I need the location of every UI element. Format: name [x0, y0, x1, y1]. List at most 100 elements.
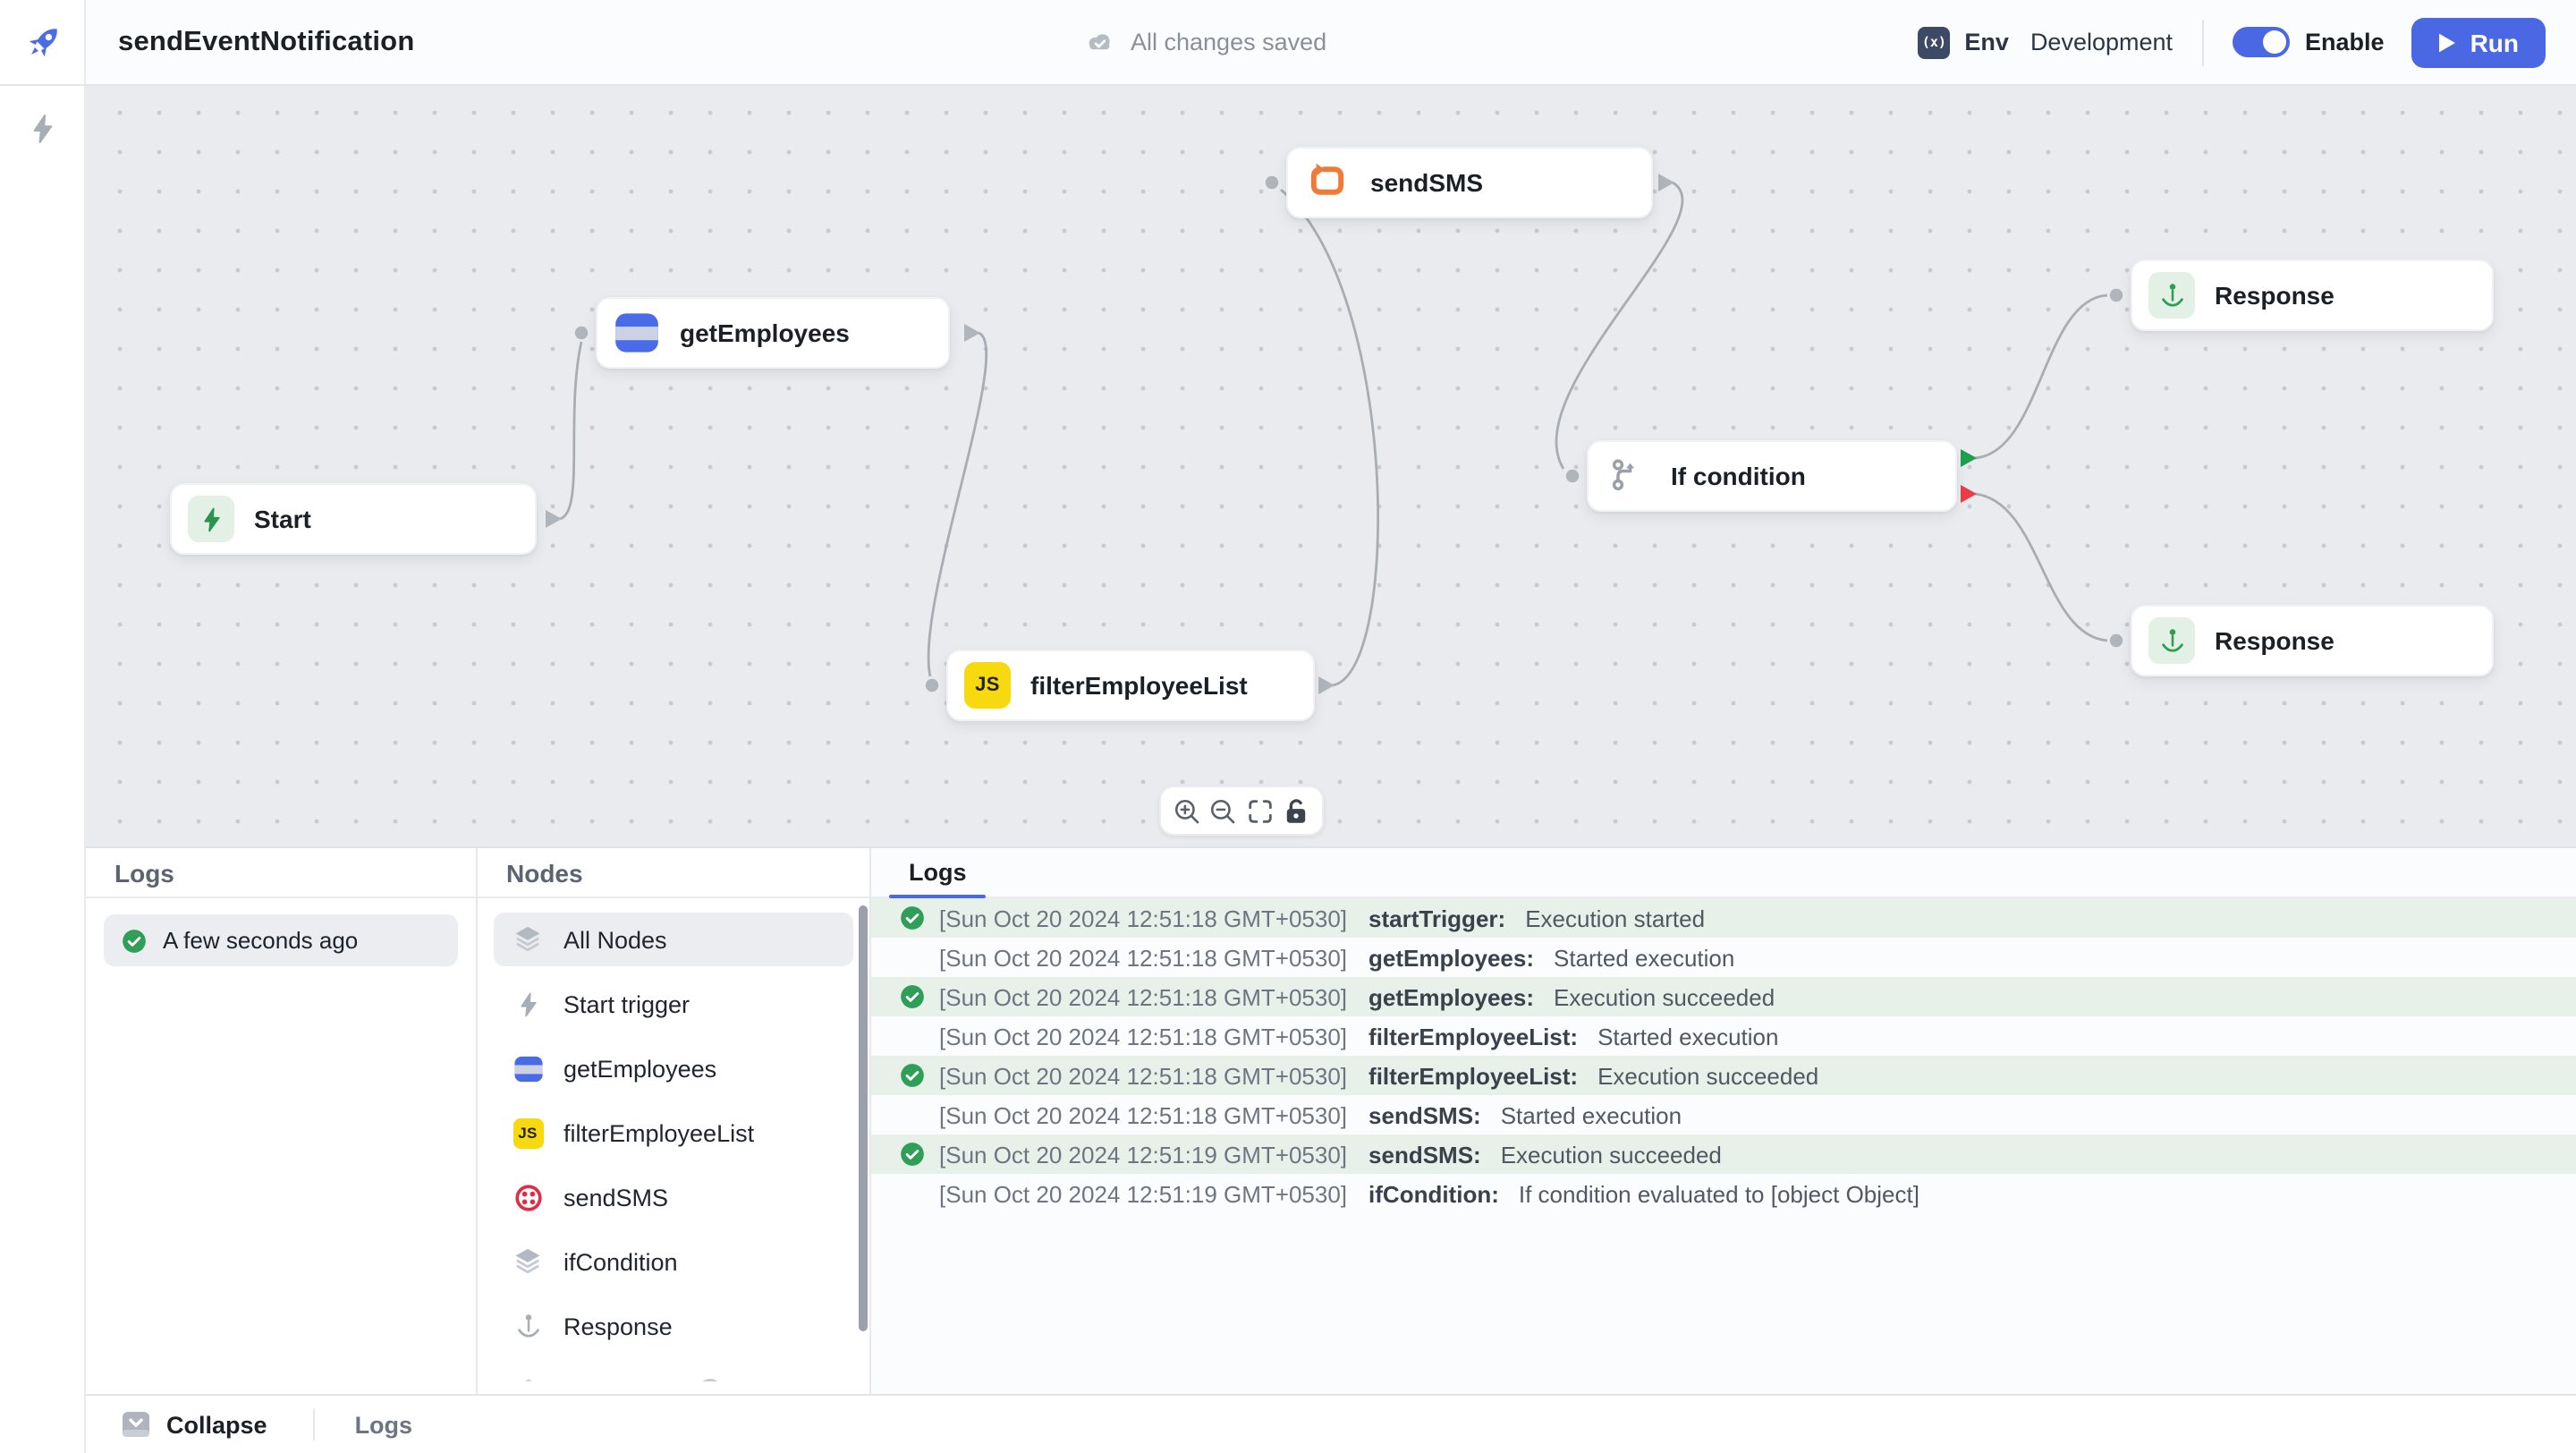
environment-selector[interactable]: (x) Env Development — [1918, 26, 2173, 58]
logs-tabbar: Logs — [871, 848, 2576, 898]
log-timestamp: [Sun Oct 20 2024 12:51:19 GMT+0530] — [939, 1141, 1347, 1168]
success-check-icon — [900, 984, 925, 1009]
node-filteremployeelist[interactable]: JS filterEmployeeList — [946, 650, 1315, 721]
nodes-list-item-starttrigger[interactable]: Start trigger — [494, 977, 853, 1031]
node-label: getEmployees — [680, 319, 850, 347]
log-message: Execution succeeded — [1597, 1062, 1818, 1089]
lightning-icon — [188, 496, 234, 542]
log-timestamp: [Sun Oct 20 2024 12:51:18 GMT+0530] — [939, 983, 1347, 1010]
tab-logs[interactable]: Logs — [889, 846, 987, 896]
collapse-button[interactable]: Collapse — [122, 1410, 267, 1439]
collapse-panel-icon — [122, 1410, 150, 1439]
log-source: getEmployees: — [1368, 983, 1534, 1010]
log-row: [Sun Oct 20 2024 12:51:18 GMT+0530] send… — [871, 1095, 2576, 1134]
lightning-icon — [512, 988, 544, 1020]
nodes-list-item-response1[interactable]: Response — [494, 1299, 853, 1353]
node-response-true[interactable]: Response — [2131, 259, 2494, 331]
nodes-list-item-getemployees[interactable]: getEmployees — [494, 1041, 853, 1095]
play-icon — [2438, 31, 2456, 53]
log-message: Started execution — [1501, 1101, 1682, 1128]
slash-icon — [696, 1376, 724, 1381]
run-list-item[interactable]: A few seconds ago — [104, 914, 458, 966]
landing-icon — [2148, 272, 2195, 319]
enable-toggle[interactable] — [2232, 27, 2289, 57]
workflow-canvas[interactable]: Start getEmployees sendSMS JS filterEmpl… — [86, 86, 2576, 846]
collapse-label: Collapse — [166, 1411, 267, 1438]
log-timestamp: [Sun Oct 20 2024 12:51:18 GMT+0530] — [939, 905, 1347, 931]
log-row: [Sun Oct 20 2024 12:51:19 GMT+0530] ifCo… — [871, 1174, 2576, 1213]
enable-group: Enable — [2232, 27, 2385, 57]
table-icon — [512, 1052, 544, 1084]
run-button-label: Run — [2470, 28, 2519, 56]
log-row: [Sun Oct 20 2024 12:51:18 GMT+0530] filt… — [871, 1016, 2576, 1056]
js-icon: JS — [512, 1117, 544, 1149]
topbar-controls: (x) Env Development Enable Run — [1918, 0, 2546, 84]
log-source: filterEmployeeList: — [1368, 1062, 1578, 1089]
success-check-icon — [900, 1063, 925, 1088]
node-getemployees[interactable]: getEmployees — [596, 297, 950, 369]
nodes-list-item-sendsms[interactable]: sendSMS — [494, 1170, 853, 1224]
nodes-list-item-ifcondition[interactable]: ifCondition — [494, 1235, 853, 1288]
node-start[interactable]: Start — [170, 483, 537, 555]
zoom-out-icon[interactable] — [1208, 795, 1238, 826]
landing-icon — [512, 1374, 544, 1381]
env-value: Development — [2030, 29, 2173, 55]
log-timestamp: [Sun Oct 20 2024 12:51:18 GMT+0530] — [939, 944, 1347, 971]
log-message: Execution succeeded — [1501, 1141, 1722, 1168]
lock-icon[interactable] — [1282, 795, 1312, 826]
false-port-arrow — [1961, 485, 1977, 503]
success-check-icon — [900, 1142, 925, 1167]
log-row: [Sun Oct 20 2024 12:51:19 GMT+0530] send… — [871, 1134, 2576, 1174]
success-check-icon — [900, 905, 925, 930]
workflow-title: sendEventNotification — [118, 0, 414, 84]
nodes-list-item-response2[interactable]: Response — [494, 1364, 853, 1381]
twilio-icon — [512, 1181, 544, 1213]
log-message: If condition evaluated to [object Object… — [1519, 1180, 1919, 1207]
fit-view-icon[interactable] — [1245, 795, 1275, 826]
workflow-editor: sendEventNotification All changes saved … — [0, 0, 2576, 1453]
nodes-list-scrollbar[interactable] — [859, 905, 868, 1331]
run-button[interactable]: Run — [2411, 17, 2546, 67]
canvas-toolbar — [1159, 786, 1324, 836]
nodes-list-item-all[interactable]: All Nodes — [494, 913, 853, 966]
topbar-divider — [2201, 19, 2203, 65]
save-status-text: All changes saved — [1131, 29, 1326, 55]
log-message: Started execution — [1554, 944, 1734, 971]
node-response-false[interactable]: Response — [2131, 605, 2494, 676]
layers-icon — [512, 1245, 544, 1278]
log-message: Started execution — [1597, 1023, 1778, 1049]
rocket-logo-icon — [19, 19, 65, 65]
log-source: filterEmployeeList: — [1368, 1023, 1578, 1049]
node-sendsms[interactable]: sendSMS — [1286, 147, 1653, 218]
node-label: filterEmployeeList — [1030, 671, 1248, 700]
zoom-in-icon[interactable] — [1171, 795, 1201, 826]
node-label: Start — [254, 505, 311, 533]
sidebar-trigger-item[interactable] — [26, 113, 58, 145]
log-row: [Sun Oct 20 2024 12:51:18 GMT+0530] getE… — [871, 938, 2576, 977]
js-icon: JS — [964, 662, 1011, 709]
log-timestamp: [Sun Oct 20 2024 12:51:19 GMT+0530] — [939, 1180, 1347, 1207]
table-icon — [614, 310, 660, 356]
landing-icon — [512, 1310, 544, 1342]
nodes-panel-header: Nodes — [478, 848, 869, 898]
topbar: sendEventNotification All changes saved … — [0, 0, 2576, 86]
log-row: [Sun Oct 20 2024 12:51:18 GMT+0530] star… — [871, 898, 2576, 938]
log-source: getEmployees: — [1368, 944, 1534, 971]
statusbar-divider — [314, 1408, 316, 1440]
app-logo[interactable] — [0, 0, 86, 84]
log-source: sendSMS: — [1368, 1141, 1481, 1168]
node-label: Response — [2215, 626, 2334, 655]
log-source: ifCondition: — [1368, 1180, 1499, 1207]
node-ifcondition[interactable]: If condition — [1587, 440, 1957, 512]
statusbar-logs-tab[interactable]: Logs — [355, 1411, 413, 1438]
statusbar: Collapse Logs — [86, 1394, 2576, 1453]
log-message: Execution started — [1525, 905, 1705, 931]
left-sidebar — [0, 86, 86, 1453]
branch-icon — [1605, 453, 1651, 499]
runs-panel-header: Logs — [86, 848, 476, 898]
log-message: Execution succeeded — [1554, 983, 1775, 1010]
layers-icon — [512, 923, 544, 956]
env-label: Env — [1964, 29, 2009, 55]
lightning-icon — [26, 113, 58, 145]
nodes-list-item-filteremployeelist[interactable]: JS filterEmployeeList — [494, 1106, 853, 1160]
